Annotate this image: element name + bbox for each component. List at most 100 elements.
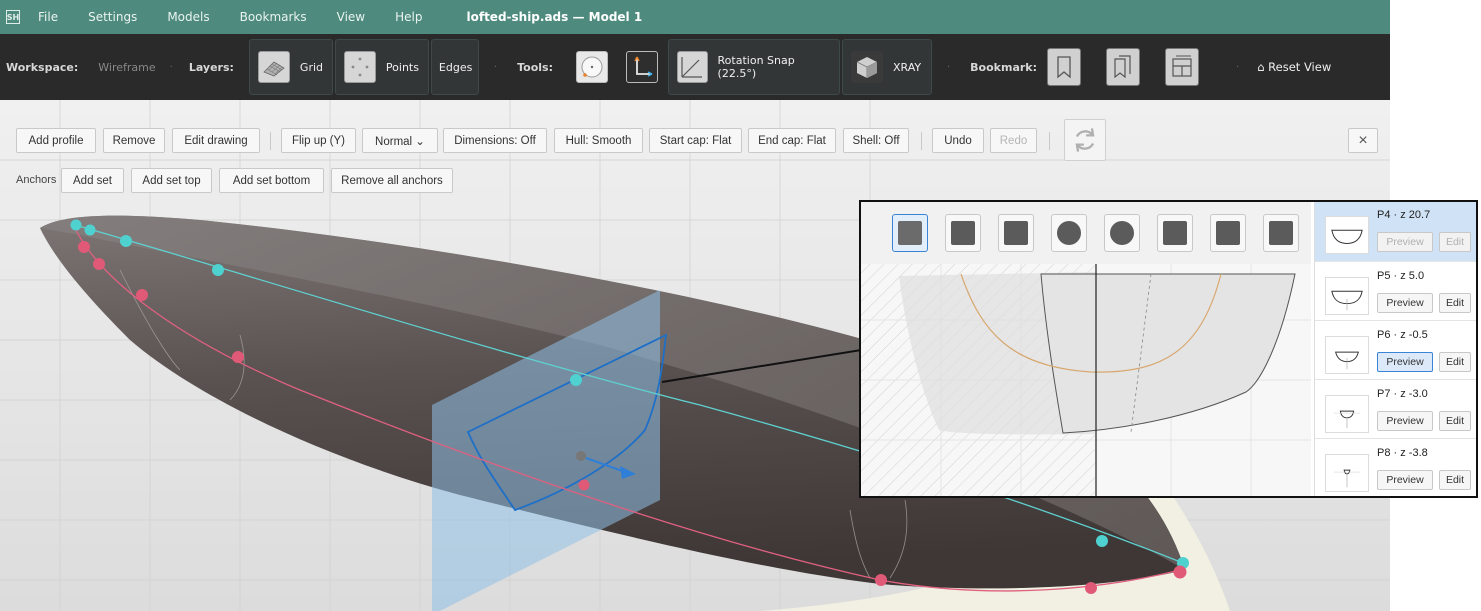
layout-icon (1172, 55, 1192, 77)
add-circle-tool-button[interactable] (1104, 214, 1140, 252)
end-cap-toggle[interactable]: End cap: Flat (748, 128, 836, 153)
cursor-icon (898, 221, 922, 245)
line-icon (1163, 221, 1187, 245)
separator-dot: · (493, 61, 498, 73)
profile-label: P6 · z -0.5 (1377, 329, 1428, 341)
separator (270, 132, 271, 150)
circle-tool-icon (581, 56, 603, 78)
separator (1049, 132, 1050, 150)
bookmark-list-button[interactable] (1106, 48, 1141, 86)
profile-label: P4 · z 20.7 (1377, 209, 1431, 221)
rotation-snap-button[interactable]: Rotation Snap (22.5°) (667, 39, 840, 95)
add-set-button[interactable]: Add set (61, 168, 124, 193)
document-title: lofted-ship.ads — Model 1 (466, 10, 643, 24)
main-toolbar: Workspace: Wireframe · Layers: Grid Poin… (0, 34, 1390, 100)
profile-item[interactable]: P4 · z 20.7 Preview Edit (1315, 202, 1476, 262)
add-ellipse-tool-button[interactable] (1051, 214, 1087, 252)
preview-button[interactable]: Preview (1377, 352, 1433, 372)
hull-mode-toggle[interactable]: Hull: Smooth (554, 128, 643, 153)
circle-tool-button[interactable] (575, 51, 608, 83)
edit-button[interactable]: Edit (1439, 352, 1471, 372)
menu-view[interactable]: View (337, 10, 365, 24)
line-tool-button[interactable] (1157, 214, 1193, 252)
xray-button[interactable]: XRAY (841, 39, 932, 95)
edit-button[interactable]: Edit (1439, 293, 1471, 313)
rectangle-icon (1004, 221, 1028, 245)
edit-button[interactable]: Edit (1439, 470, 1471, 490)
add-profile-button[interactable]: Add profile (16, 128, 96, 153)
menu-settings[interactable]: Settings (88, 10, 137, 24)
workspace-label: Workspace: (6, 60, 79, 74)
reset-view-button[interactable]: ⌂ Reset View (1257, 60, 1331, 74)
rotation-snap-icon (676, 51, 708, 83)
add-set-top-button[interactable]: Add set top (131, 168, 212, 193)
flip-up-button[interactable]: Flip up (Y) (281, 128, 356, 153)
anchors-label: Anchors (16, 174, 57, 186)
normal-dropdown[interactable]: Normal ⌄ (362, 128, 438, 153)
grid-toggle-button[interactable]: Grid (248, 39, 333, 95)
edit-drawing-button[interactable]: Edit drawing (172, 128, 260, 153)
points-toggle-button[interactable]: Points (334, 39, 429, 95)
shell-toggle[interactable]: Shell: Off (843, 128, 909, 153)
preview-button[interactable]: Preview (1377, 411, 1433, 431)
edit-button[interactable]: Edit (1439, 411, 1471, 431)
workspace-value[interactable]: Wireframe (98, 61, 155, 74)
axes-icon (634, 56, 653, 77)
menu-file[interactable]: File (38, 10, 58, 24)
undo-button[interactable]: Undo (932, 128, 984, 153)
separator-dot: · (169, 61, 173, 73)
start-cap-toggle[interactable]: Start cap: Flat (649, 128, 742, 153)
polygon-icon (1269, 221, 1293, 245)
separator (921, 132, 922, 150)
add-rect-tool-button[interactable] (998, 214, 1034, 252)
redo-button[interactable]: Redo (990, 128, 1037, 153)
polygon-tool-button[interactable] (1263, 214, 1299, 252)
layers-label: Layers: (188, 60, 234, 74)
preview-button[interactable]: Preview (1377, 470, 1433, 490)
bookmark-add-button[interactable] (1047, 48, 1082, 86)
profile-item[interactable]: P6 · z -0.5 Preview Edit (1315, 322, 1476, 380)
tools-label: Tools: (517, 60, 553, 74)
app-logo-icon[interactable]: SH (6, 10, 20, 24)
menu-models[interactable]: Models (167, 10, 209, 24)
grid-label: Grid (299, 60, 324, 74)
menu-help[interactable]: Help (395, 10, 422, 24)
axes-tool-button[interactable] (625, 51, 658, 83)
sync-button[interactable] (1064, 119, 1106, 161)
bookmark-layout-button[interactable] (1165, 48, 1200, 86)
profile-thumbnail (1325, 395, 1369, 433)
cube-icon (850, 51, 883, 83)
add-set-bottom-button[interactable]: Add set bottom (219, 168, 324, 193)
edges-label: Edges (438, 60, 473, 74)
close-editor-button[interactable]: × (1348, 128, 1378, 153)
bookmark-add-icon (1057, 56, 1071, 79)
circle-icon (1110, 221, 1134, 245)
profile-drawing-panel[interactable] (861, 202, 1311, 496)
profile-list: P4 · z 20.7 Preview Edit P5 · z 5.0 Prev… (1314, 202, 1476, 496)
curve-tool-button[interactable] (1210, 214, 1246, 252)
bookmarks-icon (1114, 55, 1131, 79)
profile-editor-inset: P4 · z 20.7 Preview Edit P5 · z 5.0 Prev… (859, 200, 1478, 498)
remove-all-anchors-button[interactable]: Remove all anchors (331, 168, 453, 193)
node-select-tool-button[interactable] (945, 214, 981, 252)
preview-button[interactable]: Preview (1377, 293, 1433, 313)
profile-item[interactable]: P8 · z -3.8 Preview Edit (1315, 440, 1476, 496)
dimensions-toggle[interactable]: Dimensions: Off (443, 128, 547, 153)
edges-toggle-button[interactable]: Edges (430, 39, 479, 95)
profile-item[interactable]: P5 · z 5.0 Preview Edit (1315, 263, 1476, 321)
bookmark-label: Bookmark: (970, 60, 1038, 74)
profile-item[interactable]: P7 · z -3.0 Preview Edit (1315, 381, 1476, 439)
sync-icon (1075, 128, 1095, 152)
remove-button[interactable]: Remove (103, 128, 165, 153)
profile-thumbnail (1325, 454, 1369, 492)
move-gizmo[interactable] (576, 451, 586, 461)
menu-bookmarks[interactable]: Bookmarks (240, 10, 307, 24)
preview-button[interactable]: Preview (1377, 232, 1433, 252)
profile-thumbnail (1325, 216, 1369, 254)
separator-dot: · (1236, 61, 1240, 73)
edit-button[interactable]: Edit (1439, 232, 1471, 252)
rotation-snap-label: Rotation Snap (22.5°) (717, 54, 795, 80)
select-tool-button[interactable] (892, 214, 928, 252)
node-cursor-icon (951, 221, 975, 245)
app-window: SH File Settings Models Bookmarks View H… (0, 0, 1481, 611)
